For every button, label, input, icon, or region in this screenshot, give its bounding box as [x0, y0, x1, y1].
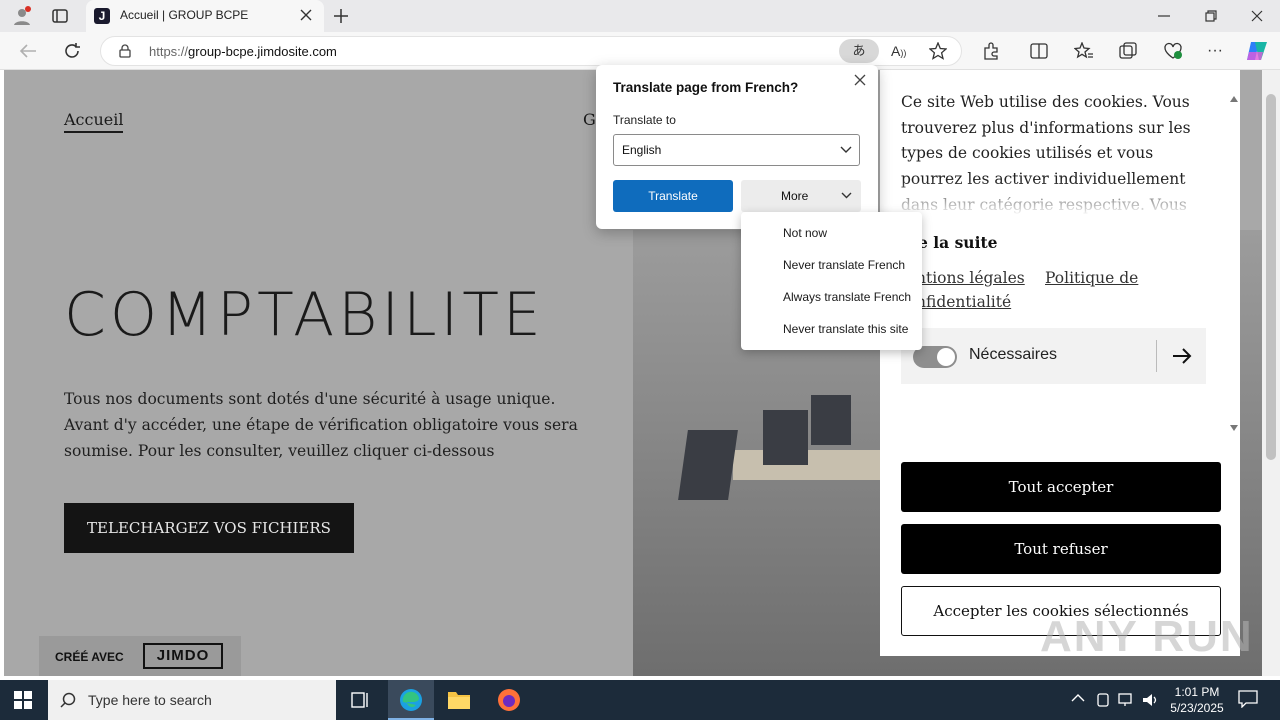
nav-home[interactable]: Accueil — [64, 110, 124, 133]
copilot-icon[interactable] — [1245, 40, 1269, 62]
performance-icon[interactable] — [1163, 42, 1183, 60]
back-icon[interactable] — [19, 43, 37, 59]
watermark: ANY RUN — [1040, 612, 1254, 661]
tab-active[interactable]: J Accueil | GROUP BCPE — [86, 0, 324, 32]
extensions-icon[interactable] — [982, 42, 1000, 60]
chevron-down-icon — [840, 146, 852, 154]
download-files-button[interactable]: TELECHARGEZ VOS FICHIERS — [64, 503, 354, 553]
taskbar-search[interactable]: Type here to search — [48, 680, 336, 720]
jimdo-badge[interactable]: CRÉÉ AVEC JIMDO — [39, 636, 241, 676]
read-more-link[interactable]: e la suite — [918, 233, 998, 252]
close-window-icon[interactable] — [1251, 10, 1263, 22]
menu-always-translate-french[interactable]: Always translate French — [783, 290, 911, 304]
necessary-row: Nécessaires — [901, 328, 1206, 384]
refresh-icon[interactable] — [63, 42, 81, 60]
search-placeholder: Type here to search — [88, 692, 212, 708]
privacy-link[interactable]: Politique de — [1045, 269, 1138, 287]
chair-shape — [678, 430, 738, 500]
search-icon — [60, 692, 76, 708]
tray-chevron-up-icon[interactable] — [1071, 693, 1085, 703]
network-icon[interactable] — [1118, 692, 1136, 708]
language-select[interactable]: English — [613, 134, 860, 166]
url-text: https://group-bcpe.jimdosite.com — [149, 44, 337, 59]
clock-date: 5/23/2025 — [1170, 701, 1224, 715]
necessary-label: Nécessaires — [969, 346, 1058, 363]
tray-app-icon[interactable] — [1095, 692, 1111, 708]
volume-icon[interactable] — [1142, 692, 1160, 708]
notifications-icon[interactable] — [1238, 690, 1258, 708]
task-view-icon[interactable] — [350, 690, 370, 710]
nav-item-partial[interactable]: G — [583, 110, 596, 129]
more-menu: Not now Never translate French Always tr… — [741, 212, 922, 350]
translate-popup: Translate page from French? Translate to… — [596, 65, 878, 229]
tab-actions-icon[interactable] — [52, 8, 68, 24]
arrow-right-icon[interactable] — [1172, 348, 1192, 364]
favicon: J — [94, 8, 110, 24]
more-label: More — [781, 189, 809, 203]
translate-icon[interactable]: あ — [839, 39, 879, 63]
legal-link[interactable]: ntions légales — [916, 269, 1025, 287]
close-tab-icon[interactable] — [300, 9, 312, 21]
collections-icon[interactable] — [1119, 42, 1137, 60]
address-bar[interactable]: https://group-bcpe.jimdosite.com あ A)) — [100, 36, 962, 66]
menu-never-translate-french[interactable]: Never translate French — [783, 258, 905, 272]
menu-not-now[interactable]: Not now — [783, 226, 827, 240]
edge-icon — [399, 688, 423, 712]
more-button[interactable]: More — [741, 180, 861, 212]
cookie-scroll-up-icon[interactable] — [1230, 96, 1238, 102]
translate-button[interactable]: Translate — [613, 180, 733, 212]
scrollbar-thumb[interactable] — [1266, 94, 1276, 460]
restore-icon[interactable] — [1205, 10, 1217, 22]
favorite-star-icon[interactable] — [929, 42, 947, 60]
refuse-all-button[interactable]: Tout refuser — [901, 524, 1221, 574]
windows-start-icon[interactable] — [14, 691, 32, 709]
read-aloud-icon[interactable]: A)) — [891, 43, 906, 59]
minimize-icon[interactable] — [1158, 10, 1170, 22]
favorites-icon[interactable] — [1074, 42, 1094, 60]
accept-all-button[interactable]: Tout accepter — [901, 462, 1221, 512]
chair-shape-2 — [763, 410, 808, 465]
badge-brand: JIMDO — [143, 643, 223, 669]
divider — [1156, 340, 1157, 372]
menu-never-translate-site[interactable]: Never translate this site — [783, 322, 908, 336]
file-explorer-icon[interactable] — [447, 688, 471, 710]
close-popup-icon[interactable] — [854, 74, 866, 86]
cookie-panel: Ce site Web utilise des cookies. Vous tr… — [880, 70, 1240, 656]
text-fade — [880, 180, 1210, 216]
clock-time: 1:01 PM — [1174, 685, 1220, 699]
intro-text: Tous nos documents sont dotés d'une sécu… — [64, 390, 578, 460]
privacy-link-line2[interactable]: nfidentialité — [916, 293, 1011, 311]
page-heading: COMPTABILITE — [64, 280, 545, 350]
translate-title: Translate page from French? — [613, 80, 799, 95]
split-screen-icon[interactable] — [1030, 42, 1048, 60]
clock[interactable]: 1:01 PM 5/23/2025 — [1164, 684, 1230, 716]
table-shape — [733, 450, 883, 480]
edge-taskbar-button[interactable] — [388, 680, 434, 720]
more-chevron-icon — [841, 192, 852, 199]
cookie-scroll-down-icon[interactable] — [1230, 425, 1238, 431]
page-scrollbar[interactable] — [1262, 70, 1280, 676]
language-value: English — [622, 143, 662, 157]
firefox-icon[interactable] — [497, 688, 521, 712]
profile-icon[interactable] — [12, 6, 32, 26]
chair-shape-3 — [811, 395, 851, 445]
settings-menu-icon[interactable]: ··· — [1207, 43, 1223, 59]
translate-to-label: Translate to — [613, 113, 676, 127]
tab-title: Accueil | GROUP BCPE — [120, 8, 249, 22]
new-tab-icon[interactable] — [333, 8, 349, 24]
badge-prefix: CRÉÉ AVEC — [55, 650, 124, 664]
lock-icon[interactable] — [119, 44, 131, 58]
